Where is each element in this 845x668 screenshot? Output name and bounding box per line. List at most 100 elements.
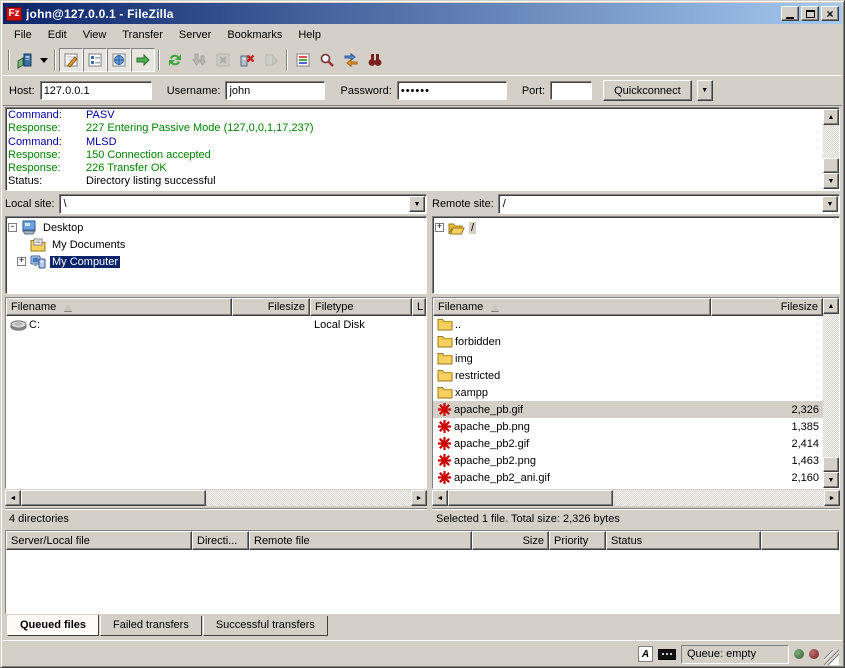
remote-file-row[interactable]: .. [433, 316, 823, 333]
toggle-local-tree-button[interactable] [83, 48, 107, 72]
log-scrollbar[interactable]: ▲ ▼ [823, 109, 839, 189]
toolbar-separator [286, 50, 288, 70]
column-header-filename[interactable]: Filename [433, 298, 711, 316]
local-site-value: \ [61, 198, 409, 210]
scrollbar-thumb[interactable] [21, 490, 206, 506]
window-controls: × [781, 6, 839, 21]
queue-body[interactable] [6, 550, 839, 613]
menu-edit[interactable]: Edit [40, 26, 75, 44]
cancel-operation-button[interactable] [211, 48, 235, 72]
scrollbar-thumb[interactable] [823, 457, 839, 472]
remote-horizontal-scrollbar[interactable]: ◄ ► [432, 490, 840, 506]
filter-button[interactable] [291, 48, 315, 72]
scroll-down-button[interactable]: ▼ [823, 472, 839, 488]
column-header-status[interactable]: Status [606, 531, 761, 550]
scrollbar-thumb[interactable] [823, 158, 839, 173]
file-name: apache_pb.gif [454, 404, 523, 416]
scroll-up-button[interactable]: ▲ [823, 109, 839, 125]
toggle-remote-tree-button[interactable] [107, 48, 131, 72]
column-header-filetype[interactable]: Filetype [310, 298, 412, 316]
remote-file-row[interactable]: forbidden [433, 333, 823, 350]
close-button[interactable]: × [821, 6, 839, 21]
tree-item-desktop[interactable]: - Desktop [8, 219, 424, 236]
username-input[interactable] [225, 81, 325, 100]
remote-site-combo[interactable]: / ▼ [498, 194, 840, 214]
local-site-combo[interactable]: \ ▼ [59, 194, 427, 214]
remote-file-row[interactable]: img [433, 350, 823, 367]
reconnect-button[interactable] [259, 48, 283, 72]
scrollbar-thumb[interactable] [448, 490, 613, 506]
quickconnect-button[interactable]: Quickconnect [603, 80, 692, 101]
column-header-direction[interactable]: Directi... [192, 531, 249, 550]
expand-icon[interactable]: + [17, 257, 26, 266]
scroll-up-button[interactable]: ▲ [823, 298, 839, 314]
column-header-filesize[interactable]: Filesize [711, 298, 823, 316]
remote-file-row-selected[interactable]: apache_pb.gif 2,326 [433, 401, 823, 418]
column-header-remote-file[interactable]: Remote file [249, 531, 472, 550]
site-manager-dropdown-button[interactable] [37, 48, 51, 72]
column-header-lastmodified[interactable]: L [412, 298, 426, 316]
column-header-filesize[interactable]: Filesize [232, 298, 310, 316]
local-horizontal-scrollbar[interactable]: ◄ ► [5, 490, 427, 506]
toggle-log-button[interactable] [59, 48, 83, 72]
remote-file-row[interactable]: apache_pb2.png 1,463 [433, 452, 823, 469]
scrollbar-track[interactable] [206, 490, 411, 506]
scrollbar-track[interactable] [823, 314, 839, 457]
tree-item-my-documents[interactable]: My Documents [8, 236, 424, 253]
tree-item-my-computer[interactable]: + My Computer [8, 253, 424, 270]
column-header-size[interactable]: Size [472, 531, 549, 550]
expand-icon[interactable]: + [435, 223, 444, 232]
site-manager-button[interactable] [13, 48, 37, 72]
menu-file[interactable]: File [6, 26, 40, 44]
column-header-server-local-file[interactable]: Server/Local file [6, 531, 192, 550]
transfer-type-indicator-icon[interactable]: A [638, 646, 653, 662]
compare-directories-button[interactable] [339, 48, 363, 72]
refresh-button[interactable] [163, 48, 187, 72]
remote-file-row[interactable]: apache_pb.png 1,385 [433, 418, 823, 435]
menu-help[interactable]: Help [290, 26, 329, 44]
column-header-filename[interactable]: Filename [6, 298, 232, 316]
tree-item-root[interactable]: + / [435, 219, 837, 236]
host-input[interactable] [40, 81, 152, 100]
scroll-left-button[interactable]: ◄ [5, 490, 21, 506]
scroll-right-button[interactable]: ► [411, 490, 427, 506]
port-input[interactable] [550, 81, 592, 100]
remote-file-row[interactable]: xampp [433, 384, 823, 401]
quickconnect-dropdown-button[interactable]: ▼ [697, 80, 713, 101]
menu-view[interactable]: View [75, 26, 115, 44]
scroll-right-button[interactable]: ► [824, 490, 840, 506]
resize-grip[interactable] [824, 650, 839, 665]
remote-file-row[interactable]: apache_pb2_ani.gif 2,160 [433, 469, 823, 486]
file-name: forbidden [455, 336, 501, 348]
toggle-queue-button[interactable] [131, 48, 155, 72]
disconnect-button[interactable] [235, 48, 259, 72]
remote-file-row[interactable]: apache_pb2.gif 2,414 [433, 435, 823, 452]
remote-file-row[interactable]: restricted [433, 367, 823, 384]
remote-site-dropdown-button[interactable]: ▼ [822, 196, 838, 212]
maximize-button[interactable] [801, 6, 819, 21]
image-file-icon [437, 470, 452, 485]
scroll-left-button[interactable]: ◄ [432, 490, 448, 506]
synchronized-browsing-button[interactable] [363, 48, 387, 72]
file-search-button[interactable] [315, 48, 339, 72]
tab-queued-files[interactable]: Queued files [7, 615, 99, 636]
menu-server[interactable]: Server [171, 26, 219, 44]
local-site-dropdown-button[interactable]: ▼ [409, 196, 425, 212]
tab-successful-transfers[interactable]: Successful transfers [203, 616, 328, 636]
menu-bookmarks[interactable]: Bookmarks [219, 26, 290, 44]
scrollbar-track[interactable] [613, 490, 824, 506]
collapse-icon[interactable]: - [8, 223, 17, 232]
local-file-row[interactable]: C: Local Disk [6, 316, 426, 333]
process-queue-button[interactable] [187, 48, 211, 72]
tab-failed-transfers[interactable]: Failed transfers [100, 616, 202, 636]
scrollbar-track[interactable] [823, 125, 839, 158]
column-header-priority[interactable]: Priority [549, 531, 606, 550]
scroll-down-button[interactable]: ▼ [823, 173, 839, 189]
password-input[interactable] [397, 81, 507, 100]
menu-transfer[interactable]: Transfer [114, 26, 171, 44]
titlebar[interactable]: Fz john@127.0.0.1 - FileZilla × [3, 3, 842, 24]
minimize-button[interactable] [781, 6, 799, 21]
speed-limit-indicator-icon[interactable] [658, 649, 676, 660]
file-size: 2,160 [791, 472, 819, 484]
remote-vertical-scrollbar[interactable]: ▲ ▼ [823, 298, 839, 488]
